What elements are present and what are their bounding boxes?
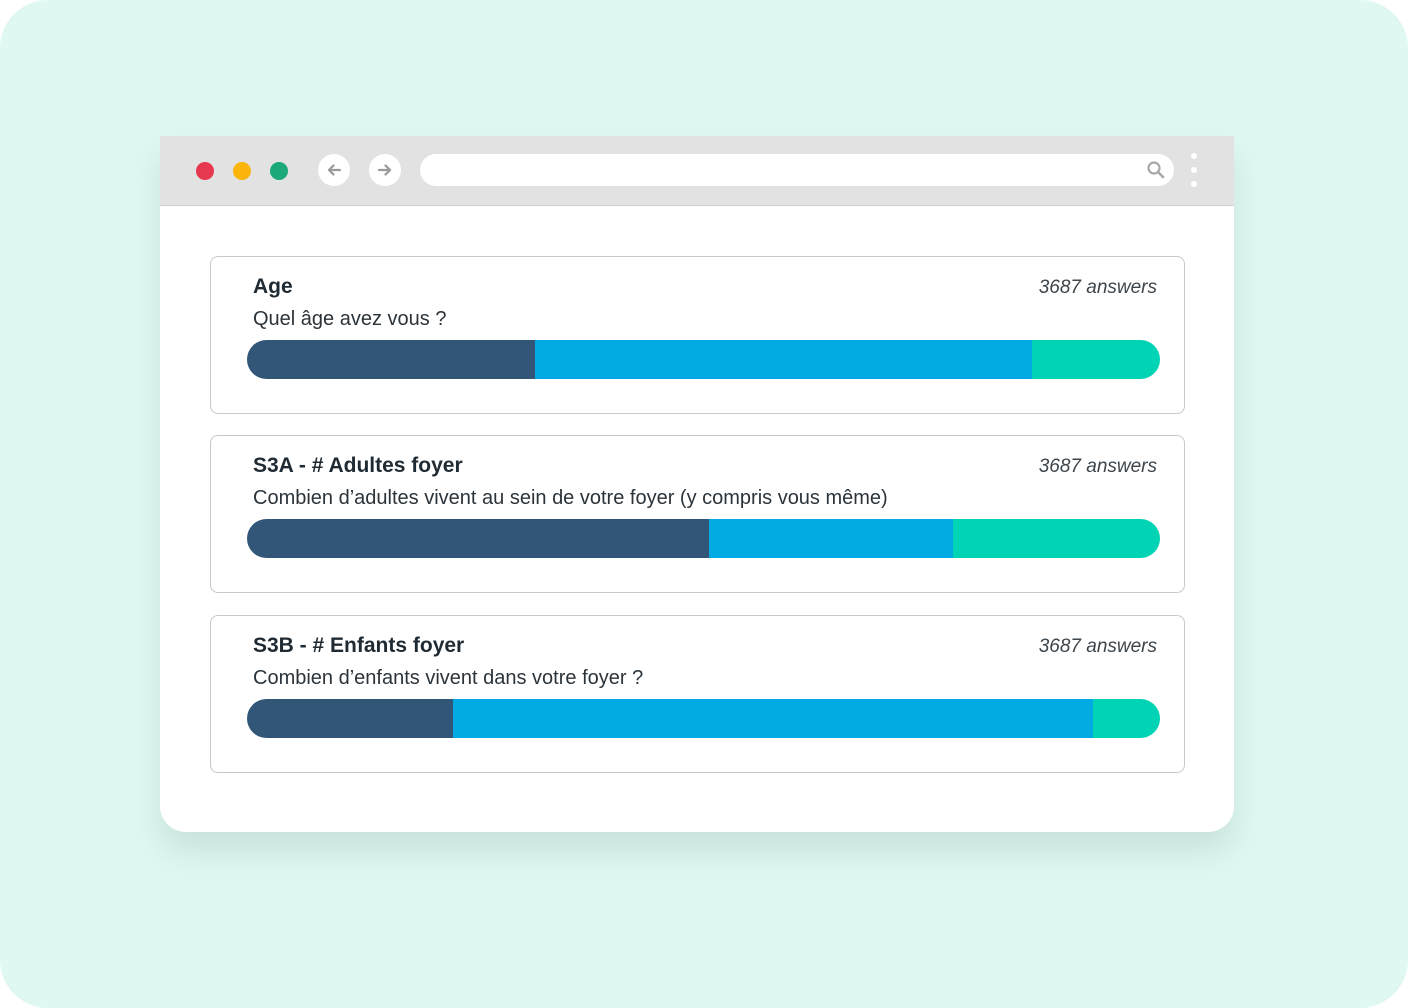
stacked-bar [247, 340, 1160, 379]
back-button[interactable] [318, 154, 350, 186]
bar-segment-1 [247, 519, 709, 558]
answers-count: 3687 answers [1038, 456, 1157, 477]
bar-segment-1 [247, 699, 454, 738]
close-window-button[interactable] [196, 162, 214, 180]
bar-segment-3 [1093, 699, 1160, 738]
bar-segment-2 [708, 519, 953, 558]
bar-segment-2 [453, 699, 1094, 738]
address-bar[interactable] [420, 154, 1174, 186]
browser-titlebar [160, 136, 1234, 206]
answers-count: 3687 answers [1038, 636, 1157, 657]
more-vertical-icon[interactable] [1186, 153, 1202, 189]
bar-segment-2 [534, 340, 1033, 379]
question-card-children: S3B - # Enfants foyer 3687 answers Combi… [210, 615, 1185, 773]
bar-segment-1 [247, 340, 535, 379]
card-title: S3A - # Adultes foyer [253, 454, 463, 477]
question-card-age: Age 3687 answers Quel âge avez vous ? [210, 256, 1185, 414]
stacked-bar [247, 699, 1160, 738]
card-title: S3B - # Enfants foyer [253, 634, 465, 657]
answers-count: 3687 answers [1038, 277, 1157, 298]
search-icon[interactable] [1146, 160, 1166, 180]
bar-segment-3 [952, 519, 1160, 558]
card-question: Combien d’adultes vivent au sein de votr… [253, 487, 888, 509]
back-arrow-icon [327, 164, 342, 176]
question-card-adults: S3A - # Adultes foyer 3687 answers Combi… [210, 435, 1185, 593]
stacked-bar [247, 519, 1160, 558]
bar-segment-3 [1032, 340, 1160, 379]
minimize-window-button[interactable] [233, 162, 251, 180]
card-title: Age [253, 275, 293, 298]
maximize-window-button[interactable] [270, 162, 288, 180]
card-question: Quel âge avez vous ? [253, 308, 447, 330]
browser-window: Age 3687 answers Quel âge avez vous ? S3… [160, 136, 1234, 832]
forward-button[interactable] [369, 154, 401, 186]
card-question: Combien d’enfants vivent dans votre foye… [253, 667, 644, 689]
forward-arrow-icon [377, 164, 392, 176]
